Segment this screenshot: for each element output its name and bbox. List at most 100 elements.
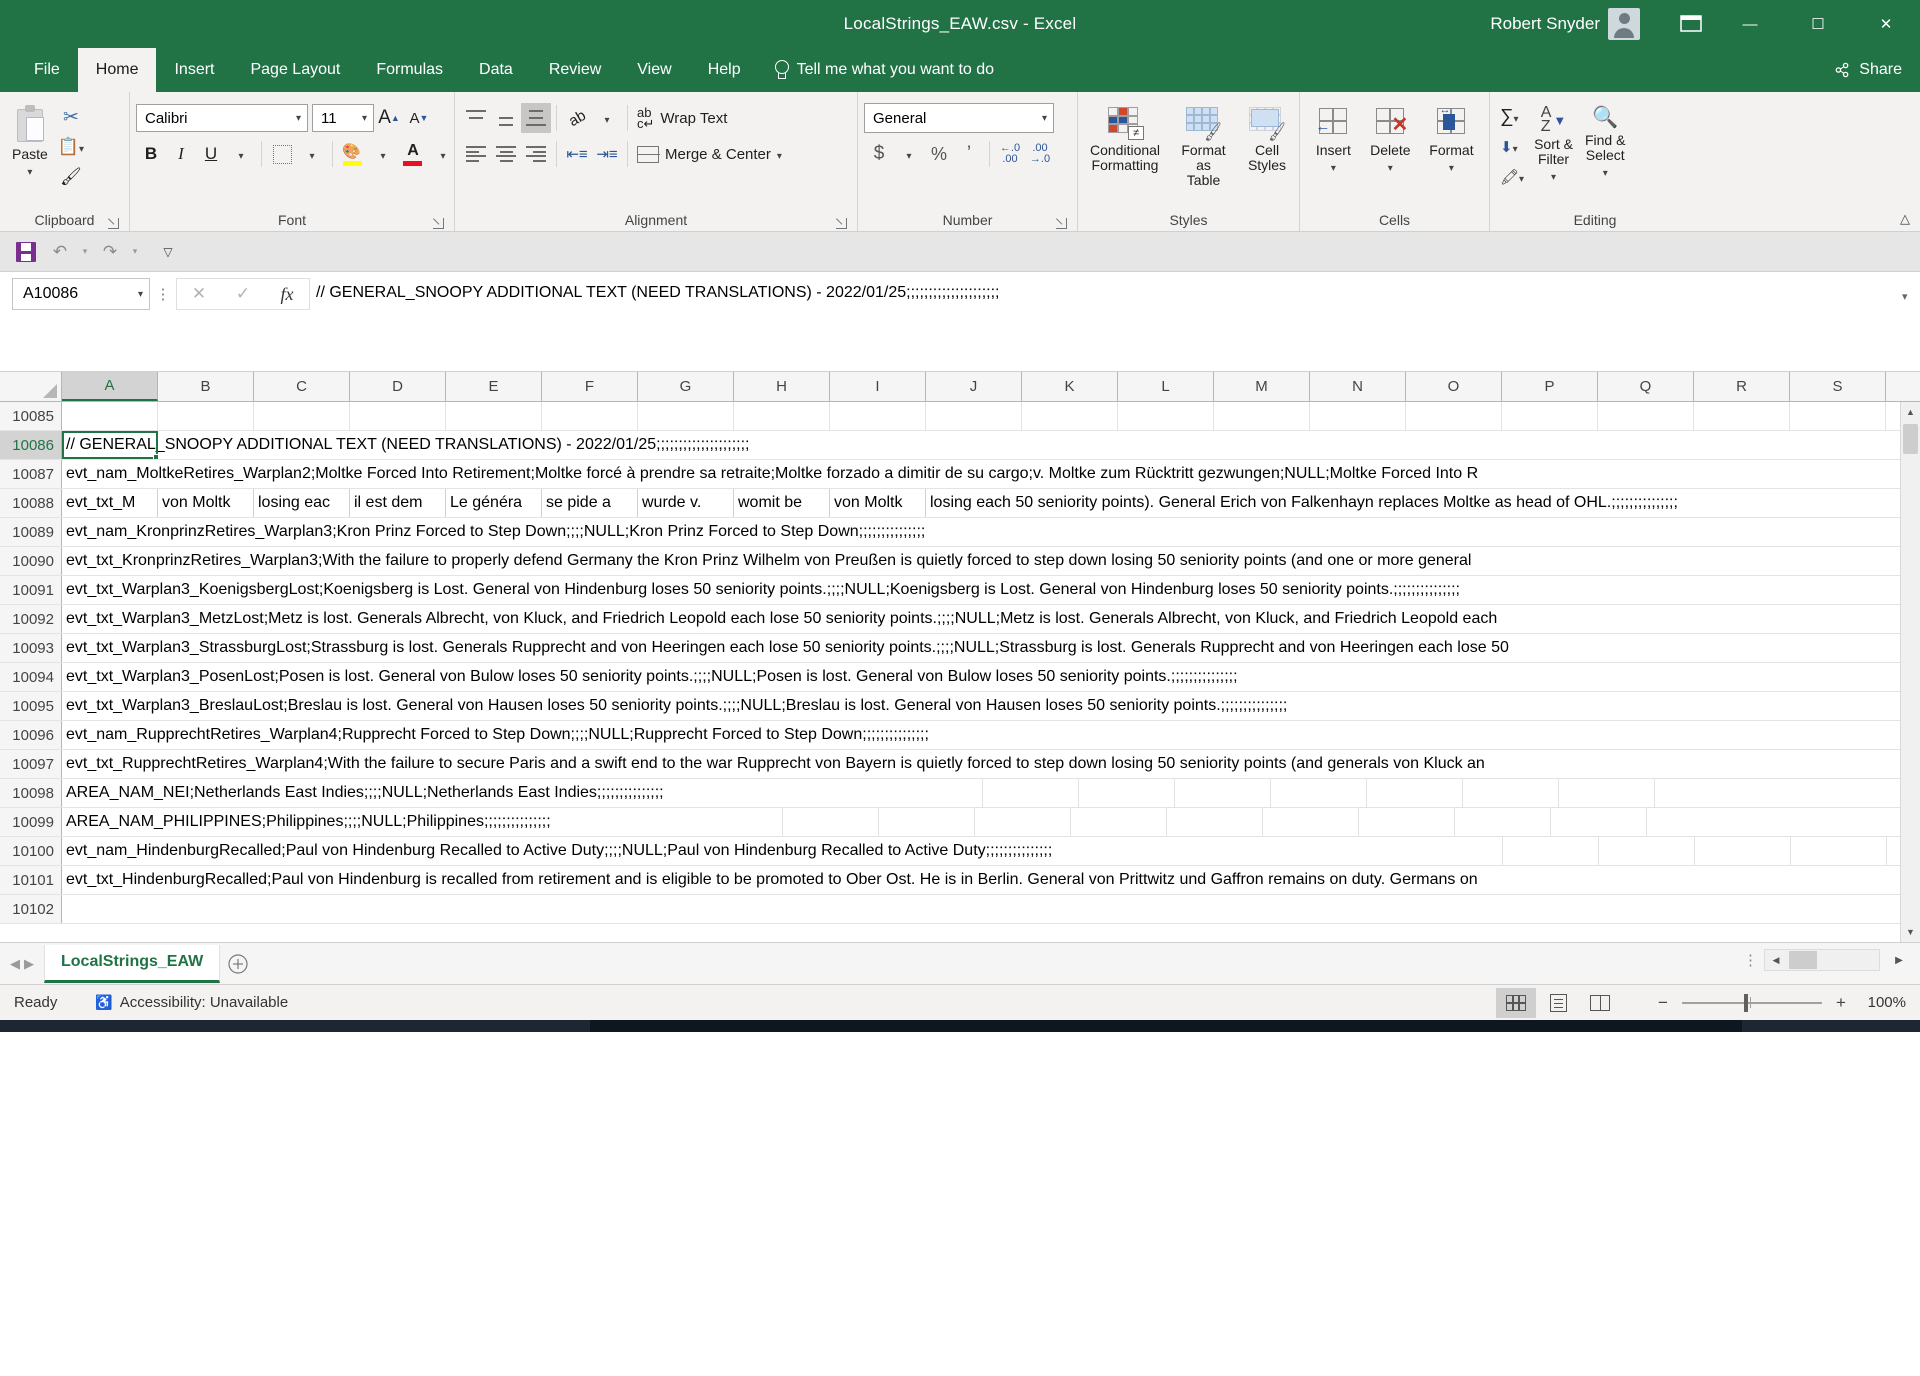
row-cells[interactable] [62,895,1920,923]
column-header-K[interactable]: K [1022,372,1118,401]
tab-page-layout[interactable]: Page Layout [232,48,358,92]
font-color-button[interactable]: A [398,139,428,169]
name-box-caret-icon[interactable]: ▾ [138,289,143,300]
middle-align-button[interactable] [491,103,521,133]
insert-cells-button[interactable]: ← Insert [1309,102,1357,178]
row-header-10086[interactable]: 10086 [0,431,62,459]
accessibility-status[interactable]: ♿ Accessibility: Unavailable [57,994,288,1011]
normal-view-button[interactable] [1496,987,1536,1018]
scroll-left-button[interactable]: ◀ [1765,950,1787,970]
row-header-10085[interactable]: 10085 [0,402,62,430]
previous-sheet-button[interactable]: ◀ [10,956,20,972]
merge-center-button[interactable]: Merge & Center [633,139,786,169]
font-dialog-launcher[interactable] [433,218,444,229]
autosum-caret-icon[interactable] [1514,109,1519,126]
close-button[interactable]: ✕ [1852,0,1920,48]
row-header-10100[interactable]: 10100 [0,837,62,865]
share-button[interactable]: Share [1833,48,1902,92]
decrease-indent-button[interactable]: ⇤≡ [562,139,592,169]
cell-text[interactable]: von Moltk [158,489,254,517]
tab-help[interactable]: Help [690,48,759,92]
align-right-button[interactable] [521,139,551,169]
borders-button[interactable] [267,139,297,169]
fill-caret-icon[interactable] [1513,139,1518,156]
column-header-M[interactable]: M [1214,372,1310,401]
row-header-10096[interactable]: 10096 [0,721,62,749]
row-header-10097[interactable]: 10097 [0,750,62,778]
cell-text[interactable]: wurde v. [638,489,734,517]
horizontal-scrollbar[interactable]: ◀ [1764,949,1880,971]
cell-text[interactable]: losing each 50 seniority points). Genera… [926,489,1826,517]
cell-text[interactable]: von Moltk [830,489,926,517]
column-header-J[interactable]: J [926,372,1022,401]
fill-color-caret[interactable] [368,139,398,169]
column-header-C[interactable]: C [254,372,350,401]
row-cells[interactable]: evt_nam_KronprinzRetires_Warplan3;Kron P… [62,518,1920,546]
row-header-10102[interactable]: 10102 [0,895,62,923]
tell-me-box[interactable]: Tell me what you want to do [759,48,994,92]
row-header-10090[interactable]: 10090 [0,547,62,575]
column-header-L[interactable]: L [1118,372,1214,401]
tab-data[interactable]: Data [461,48,531,92]
vertical-scrollbar[interactable]: ▲ ▼ [1900,402,1920,942]
percent-style-button[interactable]: % [924,139,954,169]
delete-caret-icon[interactable] [1388,158,1393,174]
table-row[interactable]: 10102 [0,895,1920,924]
redo-caret[interactable]: ▾ [128,236,142,268]
find-and-select-button[interactable]: 🔍 Find & Select [1579,102,1631,183]
row-cells[interactable] [62,402,1920,430]
number-dialog-launcher[interactable] [1056,218,1067,229]
row-header-10089[interactable]: 10089 [0,518,62,546]
row-cells[interactable]: AREA_NAM_NEI;Netherlands East Indies;;;;… [62,779,1920,807]
font-size-caret-icon[interactable]: ▾ [362,113,367,124]
comma-style-button[interactable]: ’ [954,139,984,169]
row-header-10093[interactable]: 10093 [0,634,62,662]
decrease-font-size-button[interactable]: A ▼ [404,103,434,133]
align-left-button[interactable] [461,139,491,169]
scroll-grip-icon[interactable]: ⋮ [1743,951,1758,969]
increase-decimal-button[interactable]: ←.0.00 [995,139,1025,169]
minimize-button[interactable]: — [1716,0,1784,48]
align-center-button[interactable] [491,139,521,169]
format-caret-icon[interactable] [1449,158,1454,174]
tab-home[interactable]: Home [77,48,157,92]
increase-font-size-button[interactable]: A ▲ [374,103,404,133]
scroll-right-button[interactable]: ▶ [1886,949,1912,971]
table-row[interactable]: 10092 evt_txt_Warplan3_MetzLost;Metz is … [0,605,1920,634]
cell-text[interactable]: womit be [734,489,830,517]
next-sheet-button[interactable]: ▶ [24,956,34,972]
cell-styles-button[interactable]: 🖌 Cell Styles [1241,102,1293,177]
table-row[interactable]: 10085 [0,402,1920,431]
vertical-scrollbar-thumb[interactable] [1903,424,1918,454]
customize-quick-access-toolbar-button[interactable]: ▽ [152,236,184,268]
undo-caret[interactable]: ▾ [78,236,92,268]
wrap-text-button[interactable]: ab c↵ Wrap Text [633,103,731,133]
row-cells[interactable]: evt_txt_Warplan3_BreslauLost;Breslau is … [62,692,1920,720]
top-align-button[interactable] [461,103,491,133]
save-button[interactable] [10,236,42,268]
fill-button[interactable]: ⬇ [1496,132,1528,162]
orientation-button[interactable]: ab [562,103,592,133]
row-cells[interactable]: AREA_NAM_PHILIPPINES;Philippines;;;;NULL… [62,808,1920,836]
active-cell-selection[interactable] [62,431,159,459]
table-row[interactable]: 10086 // GENERAL_SNOOPY ADDITIONAL TEXT … [0,431,1920,460]
zoom-slider-thumb[interactable] [1744,993,1748,1012]
insert-function-button[interactable]: fx [265,279,309,309]
font-name-input[interactable]: Calibri ▾ [136,104,308,132]
format-painter-button[interactable]: 🖌 [54,162,88,192]
sort-filter-caret-icon[interactable] [1551,167,1556,183]
increase-indent-button[interactable]: ⇥≡ [592,139,622,169]
table-row[interactable]: 10088 evt_txt_M von Moltk losing eac il … [0,489,1920,518]
fill-color-button[interactable]: 🎨 [338,139,368,169]
row-cells[interactable]: // GENERAL_SNOOPY ADDITIONAL TEXT (NEED … [62,431,1920,459]
italic-button[interactable]: I [166,139,196,169]
tab-view[interactable]: View [619,48,689,92]
row-cells[interactable]: evt_txt_Warplan3_PosenLost;Posen is lost… [62,663,1920,691]
maximize-button[interactable]: ☐ [1784,0,1852,48]
zoom-slider[interactable] [1682,993,1822,1012]
table-row[interactable]: 10093 evt_txt_Warplan3_StrassburgLost;St… [0,634,1920,663]
cell-text[interactable]: Le généra [446,489,542,517]
scroll-up-button[interactable]: ▲ [1901,402,1920,422]
zoom-level-label[interactable]: 100% [1868,994,1906,1011]
sort-and-filter-button[interactable]: AZ ▼ Sort & Filter [1528,102,1579,187]
